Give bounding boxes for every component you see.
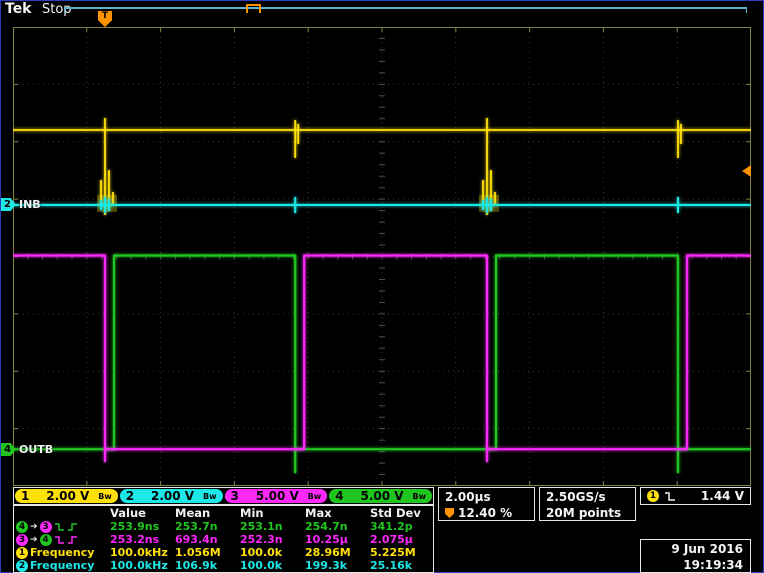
measurement-value: 100.0kHz [108, 546, 173, 559]
column-header-max: Max [303, 506, 368, 520]
measurement-value: 253.2ns [108, 533, 173, 546]
channel-3-badge: 3 [40, 521, 52, 533]
channel-4-number: 4 [335, 489, 343, 503]
ch4-trace-label: OUTB [19, 443, 53, 456]
measurement-mean: 693.4n [173, 533, 238, 546]
measurement-min: 100.0k [238, 559, 303, 572]
column-header-stddev: Std Dev [368, 506, 433, 520]
measurement-stddev: 5.225M [368, 546, 433, 559]
column-header-min: Min [238, 506, 303, 520]
horizontal-position: 12.40 % [458, 505, 512, 521]
channel-2-number: 2 [126, 489, 134, 503]
measurement-stddev: 25.16k [368, 559, 433, 572]
channel-readouts: 1 2.00 V Bw 2 2.00 V Bw 3 5.00 V Bw 4 5.… [13, 487, 434, 505]
trigger-slope-icon [664, 490, 676, 503]
channel-3-number: 3 [231, 489, 239, 503]
arrow-icon: ➔ [30, 535, 38, 545]
channel-4-readout: 4 5.00 V Bw [329, 489, 432, 503]
column-header-value: Value [108, 506, 173, 520]
channel-2-scale: 2.00 V [142, 489, 203, 503]
arrow-icon: ➔ [30, 522, 38, 532]
measurement-max: 199.3k [303, 559, 368, 572]
channel-1-badge: 1 [16, 547, 28, 559]
graticule [13, 27, 751, 486]
channel-1-readout: 1 2.00 V Bw [15, 489, 118, 503]
measurement-mean: 106.9k [173, 559, 238, 572]
bandwidth-limit-icon: Bw [98, 492, 112, 501]
datetime-readout: 9 Jun 2016 19:19:34 [640, 539, 751, 573]
channel-3-readout: 3 5.00 V Bw [225, 489, 328, 503]
falling-edge-icon [54, 521, 65, 533]
channel-4-scale: 5.00 V [352, 489, 413, 503]
bandwidth-limit-icon: Bw [413, 492, 427, 501]
ch2-trace-label: INB [19, 198, 41, 211]
measurement-max: 254.7n [303, 520, 368, 533]
trigger-position-flag-icon: T [98, 11, 112, 27]
oscilloscope-screen: Tek Stop T 2 INB 4 OUTB 1 2.00 V Bw 2 2.… [0, 0, 764, 573]
channel-1-scale: 2.00 V [37, 489, 98, 503]
channel-4-badge: 4 [16, 521, 28, 533]
channel-3-badge: 3 [16, 534, 28, 546]
date-text: 9 Jun 2016 [641, 541, 743, 557]
measurement-min: 100.0k [238, 546, 303, 559]
measurement-mean: 253.7n [173, 520, 238, 533]
measurement-row-label: 1 Frequency [14, 546, 108, 559]
measurement-stddev: 2.075µ [368, 533, 433, 546]
record-length: 20M points [546, 505, 635, 521]
measurement-row-label: 4 ➔ 3 [14, 521, 108, 533]
measurement-min: 253.1n [238, 520, 303, 533]
measurement-name: Frequency [30, 559, 94, 572]
time-text: 19:19:34 [641, 557, 743, 573]
measurement-max: 10.25µ [303, 533, 368, 546]
trigger-level-arrow-icon [742, 165, 751, 177]
channel-4-badge: 4 [40, 534, 52, 546]
timebase-scale: 2.00µs [445, 489, 534, 505]
measurement-min: 252.3n [238, 533, 303, 546]
measurement-row-label: 2 Frequency [14, 559, 108, 572]
measurement-value: 253.9ns [108, 520, 173, 533]
channel-3-scale: 5.00 V [247, 489, 308, 503]
measurement-name: Frequency [30, 546, 94, 559]
acquisition-readout: 2.50GS/s 20M points [539, 487, 636, 521]
measurement-table: Value Mean Min Max Std Dev 4 ➔ 3 253.9ns… [13, 505, 434, 573]
measurement-stddev: 341.2p [368, 520, 433, 533]
record-window-marker-icon [246, 4, 261, 13]
trigger-position-icon [445, 508, 454, 518]
trigger-source-badge: 1 [647, 490, 659, 502]
channel-2-badge: 2 [16, 560, 28, 572]
measurement-row-label: 3 ➔ 4 [14, 534, 108, 546]
tek-logo: Tek [5, 1, 32, 17]
trigger-readout: 1 1.44 V [640, 487, 751, 505]
measurement-mean: 1.056M [173, 546, 238, 559]
channel-1-number: 1 [21, 489, 29, 503]
record-view-bar [64, 7, 747, 13]
measurement-max: 28.96M [303, 546, 368, 559]
column-header-mean: Mean [173, 506, 238, 520]
trigger-level-value: 1.44 V [701, 489, 744, 503]
waveform-canvas [13, 27, 751, 486]
rising-edge-icon [67, 521, 78, 533]
measurement-value: 100.0kHz [108, 559, 173, 572]
horizontal-readout: 2.00µs 12.40 % [438, 487, 535, 521]
sample-rate: 2.50GS/s [546, 489, 635, 505]
bandwidth-limit-icon: Bw [203, 492, 217, 501]
falling-edge-icon [54, 534, 65, 546]
rising-edge-icon [67, 534, 78, 546]
bandwidth-limit-icon: Bw [308, 492, 322, 501]
channel-2-readout: 2 2.00 V Bw [120, 489, 223, 503]
